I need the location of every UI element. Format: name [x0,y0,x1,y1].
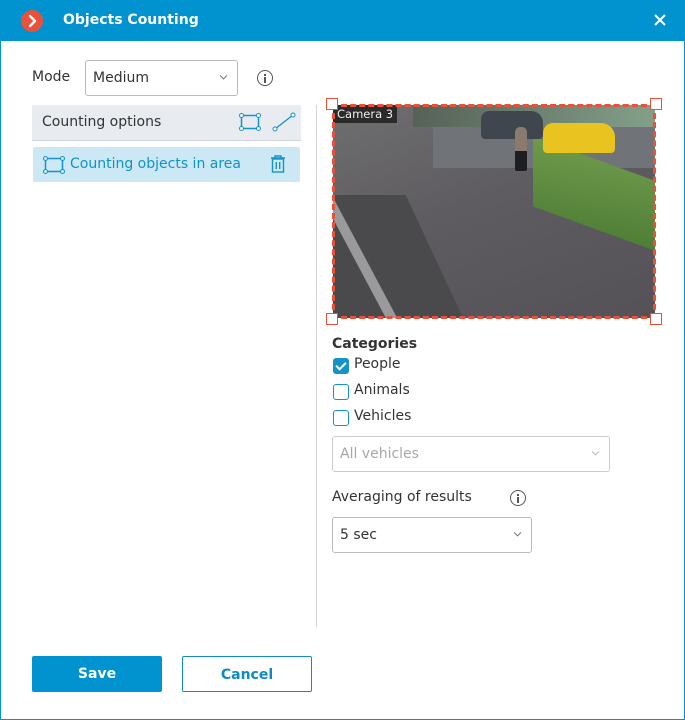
vehicles-checkbox[interactable] [333,410,349,426]
counting-zone-outline[interactable] [332,104,656,319]
cancel-button[interactable]: Cancel [182,656,312,692]
averaging-label: Averaging of results [332,489,472,505]
people-label: People [354,356,401,372]
counting-options-header: Counting options [32,105,301,141]
close-icon[interactable] [652,11,668,29]
dialog-title: Objects Counting [63,12,199,28]
counting-area-item[interactable]: Counting objects in area [33,147,300,182]
line-tool-icon[interactable] [272,112,296,132]
categories-title: Categories [332,336,418,352]
area-tool-icon[interactable] [239,113,261,131]
mode-info-icon[interactable] [257,70,273,86]
chevron-down-icon [513,532,522,537]
counting-area-label: Counting objects in area [70,156,241,172]
title-bar: Objects Counting [1,1,684,41]
area-icon [43,156,65,174]
mode-select[interactable]: Medium [85,60,238,96]
animals-label: Animals [354,382,410,398]
mode-label: Mode [32,69,71,85]
app-logo-icon [21,10,43,32]
save-button[interactable]: Save [32,656,162,692]
chevron-down-icon [591,451,600,456]
averaging-value: 5 sec [340,527,377,543]
objects-counting-dialog: Objects Counting Mode Medium Counting op… [0,0,685,720]
zone-handle-top-right[interactable] [650,98,662,110]
vehicles-label: Vehicles [354,408,412,424]
zone-handle-bottom-right[interactable] [650,313,662,325]
zone-handle-bottom-left[interactable] [326,313,338,325]
zone-handle-top-left[interactable] [326,98,338,110]
panel-divider [316,105,317,627]
averaging-select[interactable]: 5 sec [332,517,532,553]
counting-options-title: Counting options [42,114,162,130]
trash-icon[interactable] [269,154,287,174]
vehicles-type-select[interactable]: All vehicles [332,436,610,472]
animals-checkbox[interactable] [333,384,349,400]
averaging-info-icon[interactable] [510,490,526,506]
chevron-down-icon [219,75,228,80]
mode-select-value: Medium [93,70,149,86]
vehicles-type-value: All vehicles [340,446,419,462]
people-checkbox[interactable] [333,358,349,374]
